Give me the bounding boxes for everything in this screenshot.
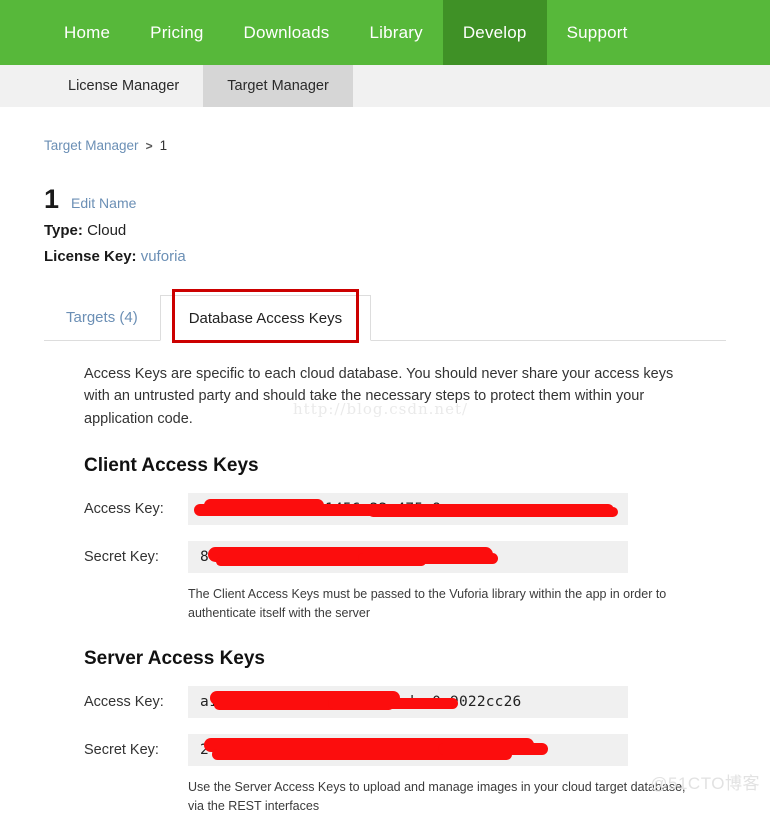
- database-title-row: 1 Edit Name: [44, 186, 726, 213]
- server-secret-key-field[interactable]: 2f 9207ca0c0: [188, 733, 628, 766]
- watermark-csdn: http://blog.csdn.net/: [293, 400, 469, 418]
- client-access-keys-note: The Client Access Keys must be passed to…: [188, 587, 667, 621]
- nav-item-home[interactable]: Home: [44, 0, 130, 65]
- server-access-key-row: Access Key: a1f ----- ------ 8ca39edea0c…: [84, 685, 726, 718]
- breadcrumb: Target Manager > 1: [44, 138, 726, 153]
- client-access-keys-heading: Client Access Keys: [84, 455, 259, 477]
- client-secret-key-label: Secret Key:: [84, 549, 159, 566]
- nav-item-support[interactable]: Support: [547, 0, 648, 65]
- client-access-key-value: a d1a15 4976891456 22 475 8: [200, 501, 442, 518]
- redaction-mark: [438, 742, 548, 755]
- client-access-key-field[interactable]: a d1a15 4976891456 22 475 8: [188, 493, 628, 526]
- server-secret-key-label: Secret Key:: [84, 741, 159, 758]
- server-secret-key-value: 2f 9207ca0c0: [200, 741, 308, 758]
- tab-bar: Targets (4) Database Access Keys: [44, 289, 726, 343]
- database-type-value: Cloud: [87, 222, 127, 239]
- breadcrumb-link-target-manager[interactable]: Target Manager: [44, 138, 139, 153]
- nav-item-downloads[interactable]: Downloads: [224, 0, 350, 65]
- server-access-key-value: a1f ----- ------ 8ca39edea0c9022cc26: [200, 693, 522, 710]
- tab-targets[interactable]: Targets (4): [44, 294, 160, 340]
- subnav-item-target-manager[interactable]: Target Manager: [203, 65, 353, 107]
- server-access-key-field[interactable]: a1f ----- ------ 8ca39edea0c9022cc26: [188, 685, 628, 718]
- nav-item-library[interactable]: Library: [349, 0, 442, 65]
- watermark-51cto: @51CTO博客: [650, 774, 760, 793]
- client-secret-key-field[interactable]: 8c --- b83cbacec40b134e: [188, 541, 628, 574]
- nav-item-develop[interactable]: Develop: [442, 0, 547, 65]
- license-key-value[interactable]: vuforia: [141, 248, 186, 265]
- client-access-key-row: Access Key: a d1a15 4976891456 22 475 8: [84, 493, 726, 526]
- page-body: Target Manager > 1 1 Edit Name Type: Clo…: [0, 138, 770, 815]
- client-access-key-label: Access Key:: [84, 501, 164, 518]
- tab-database-access-keys[interactable]: Database Access Keys: [159, 295, 372, 341]
- edit-name-link[interactable]: Edit Name: [71, 195, 136, 211]
- page-title: 1: [44, 184, 60, 214]
- server-secret-key-row: Secret Key: 2f 9207ca0c0: [84, 733, 726, 766]
- client-secret-key-value: 8c --- b83cbacec40b134e: [200, 549, 406, 566]
- server-access-keys-heading: Server Access Keys: [84, 647, 265, 669]
- database-license-row: License Key: vuforia: [44, 248, 726, 265]
- secondary-navigation: License Manager Target Manager: [0, 65, 770, 108]
- server-access-keys-note: Use the Server Access Keys to upload and…: [188, 779, 686, 813]
- subnav-item-license-manager[interactable]: License Manager: [44, 65, 203, 107]
- chevron-right-icon: >: [145, 138, 153, 153]
- primary-navigation: Home Pricing Downloads Library Develop S…: [0, 0, 770, 65]
- license-key-label: License Key:: [44, 248, 137, 265]
- nav-item-pricing[interactable]: Pricing: [130, 0, 223, 65]
- database-type-label: Type:: [44, 222, 83, 239]
- client-secret-key-row: Secret Key: 8c --- b83cbacec40b134e: [84, 541, 726, 574]
- intro-text: Access Keys are specific to each cloud d…: [84, 366, 674, 427]
- breadcrumb-current: 1: [159, 138, 168, 153]
- access-keys-panel: Access Keys are specific to each cloud d…: [44, 363, 726, 815]
- server-access-key-label: Access Key:: [84, 693, 164, 710]
- database-type-row: Type: Cloud: [44, 222, 726, 239]
